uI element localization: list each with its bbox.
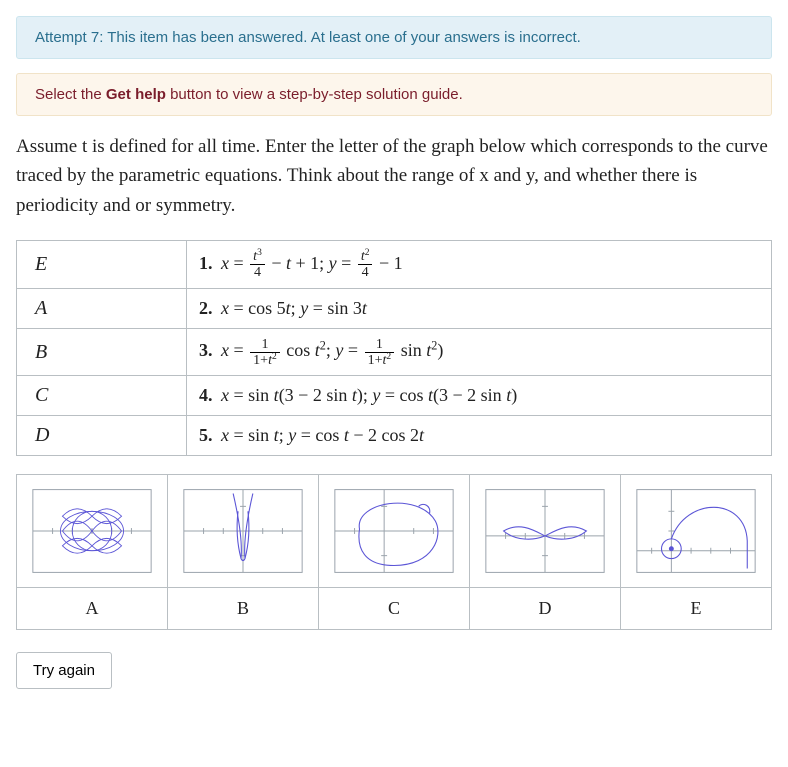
graph-label-d: D: [470, 588, 621, 630]
graph-a: [23, 481, 161, 581]
graph-cell-a: [17, 475, 168, 588]
equation-cell: 5. x = sin t; y = cos t − 2 cos 2t: [187, 416, 772, 456]
answer-table: E1. x = t34 − t + 1; y = t24 − 1A2. x = …: [16, 240, 772, 456]
graph-table: A B C D E: [16, 474, 772, 630]
attempt-alert: Attempt 7: This item has been answered. …: [16, 16, 772, 59]
graph-c: [325, 481, 463, 581]
table-row: D5. x = sin t; y = cos t − 2 cos 2t: [17, 416, 772, 456]
help-text-post: button to view a step-by-step solution g…: [166, 86, 463, 103]
graph-e: [627, 481, 765, 581]
answer-cell[interactable]: B: [17, 328, 187, 375]
equation-cell: 1. x = t34 − t + 1; y = t24 − 1: [187, 241, 772, 288]
answer-cell[interactable]: A: [17, 288, 187, 328]
equation-cell: 4. x = sin t(3 − 2 sin t); y = cos t(3 −…: [187, 376, 772, 416]
graph-label-e: E: [621, 588, 772, 630]
help-text-pre: Select the: [35, 86, 106, 103]
graph-label-a: A: [17, 588, 168, 630]
table-row: C4. x = sin t(3 − 2 sin t); y = cos t(3 …: [17, 376, 772, 416]
table-row: B3. x = 11+t2 cos t2; y = 11+t2 sin t2): [17, 328, 772, 375]
try-again-button[interactable]: Try again: [16, 652, 112, 689]
equation-cell: 3. x = 11+t2 cos t2; y = 11+t2 sin t2): [187, 328, 772, 375]
graph-label-b: B: [168, 588, 319, 630]
graph-cell-e: [621, 475, 772, 588]
graph-label-c: C: [319, 588, 470, 630]
graph-b: [174, 481, 312, 581]
table-row: E1. x = t34 − t + 1; y = t24 − 1: [17, 241, 772, 288]
table-row: A2. x = cos 5t; y = sin 3t: [17, 288, 772, 328]
answer-cell[interactable]: C: [17, 376, 187, 416]
graph-cell-c: [319, 475, 470, 588]
equation-cell: 2. x = cos 5t; y = sin 3t: [187, 288, 772, 328]
help-alert: Select the Get help button to view a ste…: [16, 73, 772, 116]
question-text: Assume t is defined for all time. Enter …: [16, 132, 772, 220]
help-text-bold: Get help: [106, 86, 166, 103]
graph-cell-d: [470, 475, 621, 588]
answer-cell[interactable]: D: [17, 416, 187, 456]
graph-cell-b: [168, 475, 319, 588]
answer-cell[interactable]: E: [17, 241, 187, 288]
graph-d: [476, 481, 614, 581]
